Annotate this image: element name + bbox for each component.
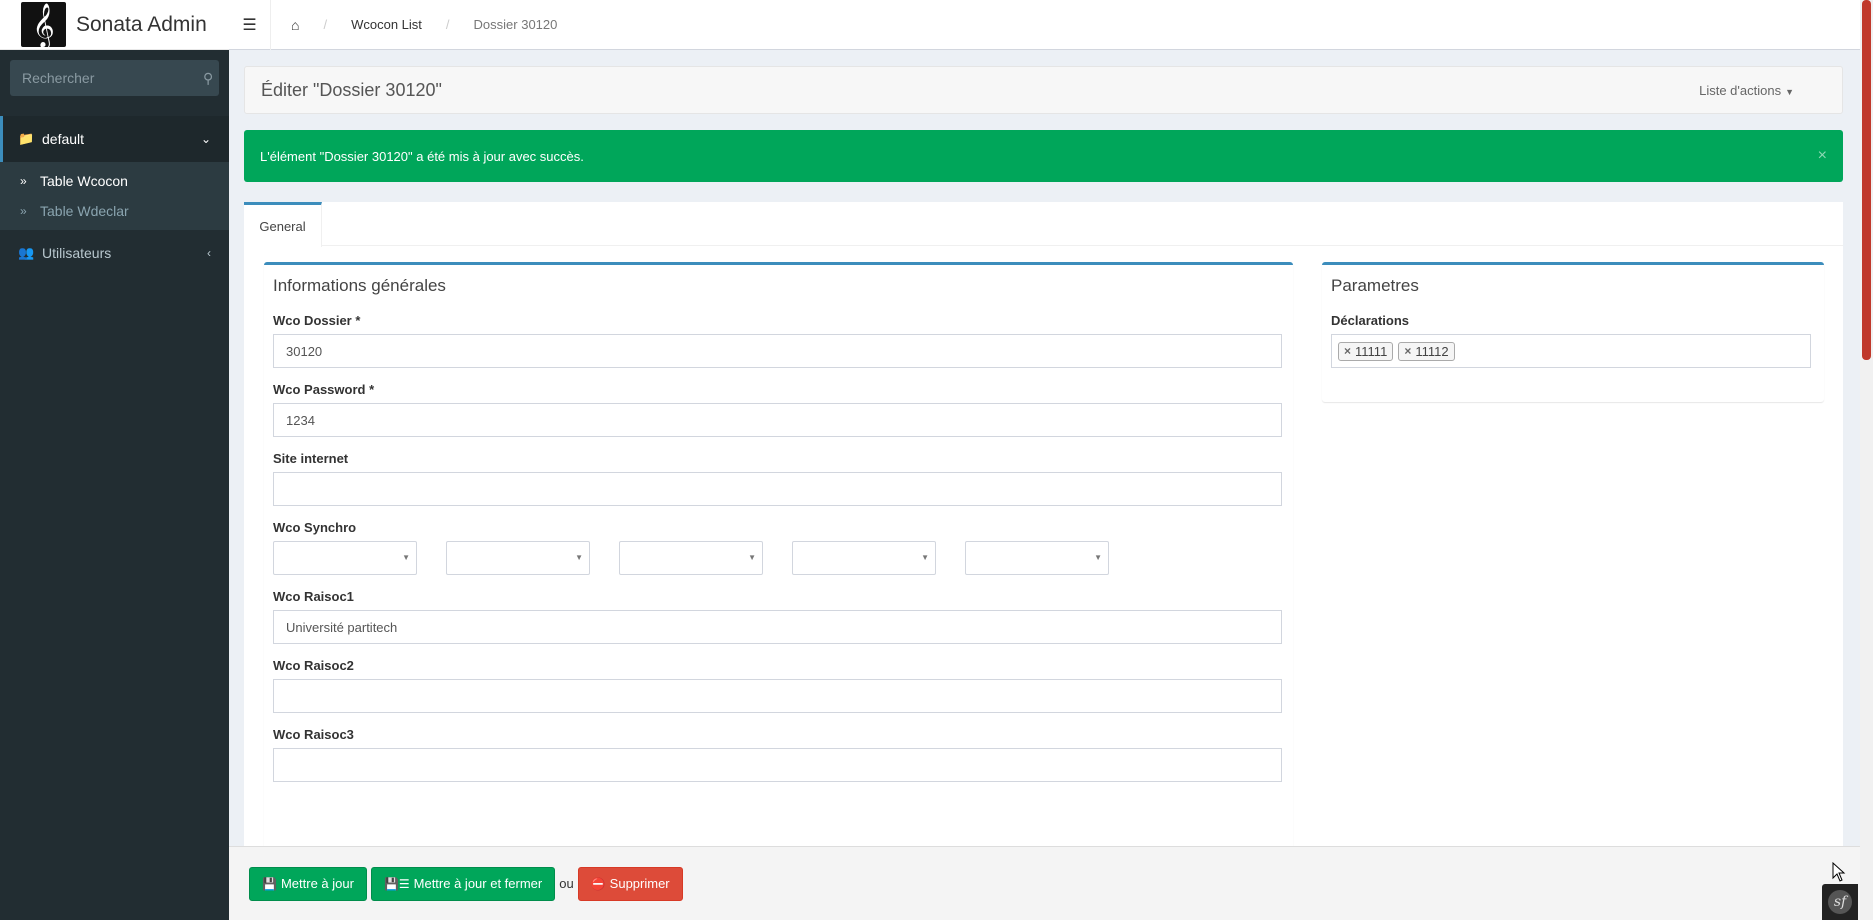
- actions-dropdown-label: Liste d'actions: [1699, 82, 1782, 98]
- sidebar-group-default[interactable]: 📁 default ⌄: [0, 116, 229, 162]
- users-icon: 👥: [18, 245, 35, 260]
- update-button-label: Mettre à jour: [280, 876, 354, 891]
- success-alert: L'élément "Dossier 30120" a été mis à jo…: [244, 130, 1843, 182]
- declaration-tag: × 11112: [1398, 341, 1455, 361]
- caret-down-icon: ▼: [748, 553, 756, 562]
- angle-double-right-icon: »: [20, 174, 27, 188]
- logo-icon: 𝄞: [21, 2, 66, 47]
- form-actions: 💾 Mettre à jour 💾☰ Mettre à jour et ferm…: [229, 846, 1860, 920]
- raisoc2-input[interactable]: [273, 679, 1282, 713]
- field-label-raisoc1: Wco Raisoc1: [273, 589, 354, 604]
- raisoc3-input[interactable]: [273, 748, 1282, 782]
- search-icon[interactable]: ⚲: [203, 70, 213, 87]
- field-label-synchro: Wco Synchro: [273, 520, 357, 535]
- caret-down-icon: ▼: [921, 553, 929, 562]
- breadcrumb-current: Dossier 30120: [473, 17, 558, 32]
- search-input[interactable]: [22, 70, 203, 86]
- synchro-selects: ▼ ▼ ▼ ▼ ▼: [264, 541, 1293, 575]
- field-label-raisoc3: Wco Raisoc3: [273, 727, 354, 742]
- sidebar-group-utilisateurs[interactable]: 👥 Utilisateurs ‹: [0, 230, 229, 276]
- actions-dropdown[interactable]: Liste d'actions ▼: [1699, 83, 1794, 98]
- box-title: Parametres: [1331, 276, 1419, 295]
- tab-bar: General: [244, 202, 1843, 247]
- page-title: Éditer "Dossier 30120": [261, 79, 442, 100]
- sidebar: 𝄞 Sonata Admin ⚲ 📁 default ⌄ » Table Wco…: [0, 0, 229, 920]
- delete-button[interactable]: ⛔ Supprimer: [577, 866, 683, 901]
- minus-circle-icon: ⛔: [590, 876, 606, 891]
- delete-button-label: Supprimer: [609, 876, 670, 891]
- synchro-select-4[interactable]: ▼: [792, 541, 936, 575]
- home-icon[interactable]: ⌂: [291, 17, 299, 33]
- field-label-raisoc2: Wco Raisoc2: [273, 658, 354, 673]
- field-label-site: Site internet: [273, 451, 349, 466]
- synchro-select-5[interactable]: ▼: [965, 541, 1109, 575]
- update-close-button-label: Mettre à jour et fermer: [413, 876, 543, 891]
- edit-form-panel: General Informations générales Wco Dossi…: [244, 202, 1843, 902]
- alert-message: L'élément "Dossier 30120" a été mis à jo…: [260, 148, 584, 164]
- save-list-icon: 💾☰: [383, 876, 410, 891]
- declarations-multiselect[interactable]: × 11111 × 11112: [1331, 334, 1811, 368]
- sidebar-toggle-icon[interactable]: ☰: [229, 0, 271, 50]
- caret-down-icon: ▼: [1785, 86, 1794, 97]
- password-input[interactable]: 1234: [273, 403, 1282, 437]
- remove-icon[interactable]: ×: [1404, 344, 1411, 358]
- tag-label: 11112: [1415, 343, 1449, 359]
- site-input[interactable]: [273, 472, 1282, 506]
- declaration-tag: × 11111: [1338, 341, 1394, 361]
- general-info-box: Informations générales Wco Dossier * 301…: [264, 262, 1293, 882]
- update-close-button[interactable]: 💾☰ Mettre à jour et fermer: [370, 866, 556, 901]
- dossier-input[interactable]: 30120: [273, 334, 1282, 368]
- caret-down-icon: ▼: [1094, 553, 1102, 562]
- sidebar-group-label: Utilisateurs: [42, 245, 112, 261]
- synchro-select-1[interactable]: ▼: [273, 541, 417, 575]
- box-title: Informations générales: [273, 276, 446, 295]
- angle-double-right-icon: »: [20, 204, 27, 218]
- top-navbar: ☰ ⌂ / Wcocon List / Dossier 30120: [229, 0, 1860, 50]
- sidebar-item-label: Table Wcocon: [40, 173, 128, 189]
- submenu-default: » Table Wcocon » Table Wdeclar: [0, 162, 229, 230]
- page-scrollbar[interactable]: [1860, 0, 1873, 920]
- app-name: Sonata Admin: [76, 12, 207, 36]
- chevron-down-icon: ⌄: [200, 132, 211, 146]
- field-label-dossier: Wco Dossier *: [273, 313, 361, 328]
- sidebar-group-label: default: [42, 131, 85, 147]
- brand[interactable]: 𝄞 Sonata Admin: [0, 0, 229, 50]
- caret-down-icon: ▼: [575, 553, 583, 562]
- or-text: ou: [559, 876, 574, 891]
- synchro-select-3[interactable]: ▼: [619, 541, 763, 575]
- folder-icon: 📁: [18, 131, 35, 146]
- chevron-left-icon: ‹: [207, 246, 211, 260]
- raisoc1-input[interactable]: Université partitech: [273, 610, 1282, 644]
- sidebar-item-table-wdeclar[interactable]: » Table Wdeclar: [0, 196, 229, 226]
- synchro-select-2[interactable]: ▼: [446, 541, 590, 575]
- main-content: Éditer "Dossier 30120" Liste d'actions ▼ …: [229, 50, 1860, 920]
- sidebar-item-label: Table Wdeclar: [40, 203, 129, 219]
- field-label-password: Wco Password *: [273, 382, 375, 397]
- close-icon[interactable]: ×: [1818, 147, 1827, 165]
- tab-general[interactable]: General: [244, 202, 322, 247]
- sidebar-item-table-wcocon[interactable]: » Table Wcocon: [0, 166, 229, 196]
- parameters-box: Parametres Déclarations × 11111 × 11112: [1322, 262, 1824, 402]
- symfony-icon: sf: [1828, 890, 1852, 914]
- breadcrumb: ⌂ / Wcocon List / Dossier 30120: [291, 16, 558, 33]
- sidebar-search: ⚲: [10, 60, 219, 96]
- tag-label: 11111: [1355, 343, 1388, 359]
- remove-icon[interactable]: ×: [1344, 344, 1351, 358]
- caret-down-icon: ▼: [402, 553, 410, 562]
- symfony-toolbar-toggle[interactable]: sf: [1822, 884, 1858, 920]
- update-button[interactable]: 💾 Mettre à jour: [249, 866, 367, 901]
- mouse-cursor-icon: [1832, 862, 1846, 882]
- field-label-declarations: Déclarations: [1331, 313, 1410, 328]
- save-icon: 💾: [262, 876, 277, 891]
- breadcrumb-list-link[interactable]: Wcocon List: [351, 17, 422, 32]
- scrollbar-thumb[interactable]: [1862, 0, 1871, 360]
- page-header: Éditer "Dossier 30120" Liste d'actions ▼: [244, 66, 1843, 114]
